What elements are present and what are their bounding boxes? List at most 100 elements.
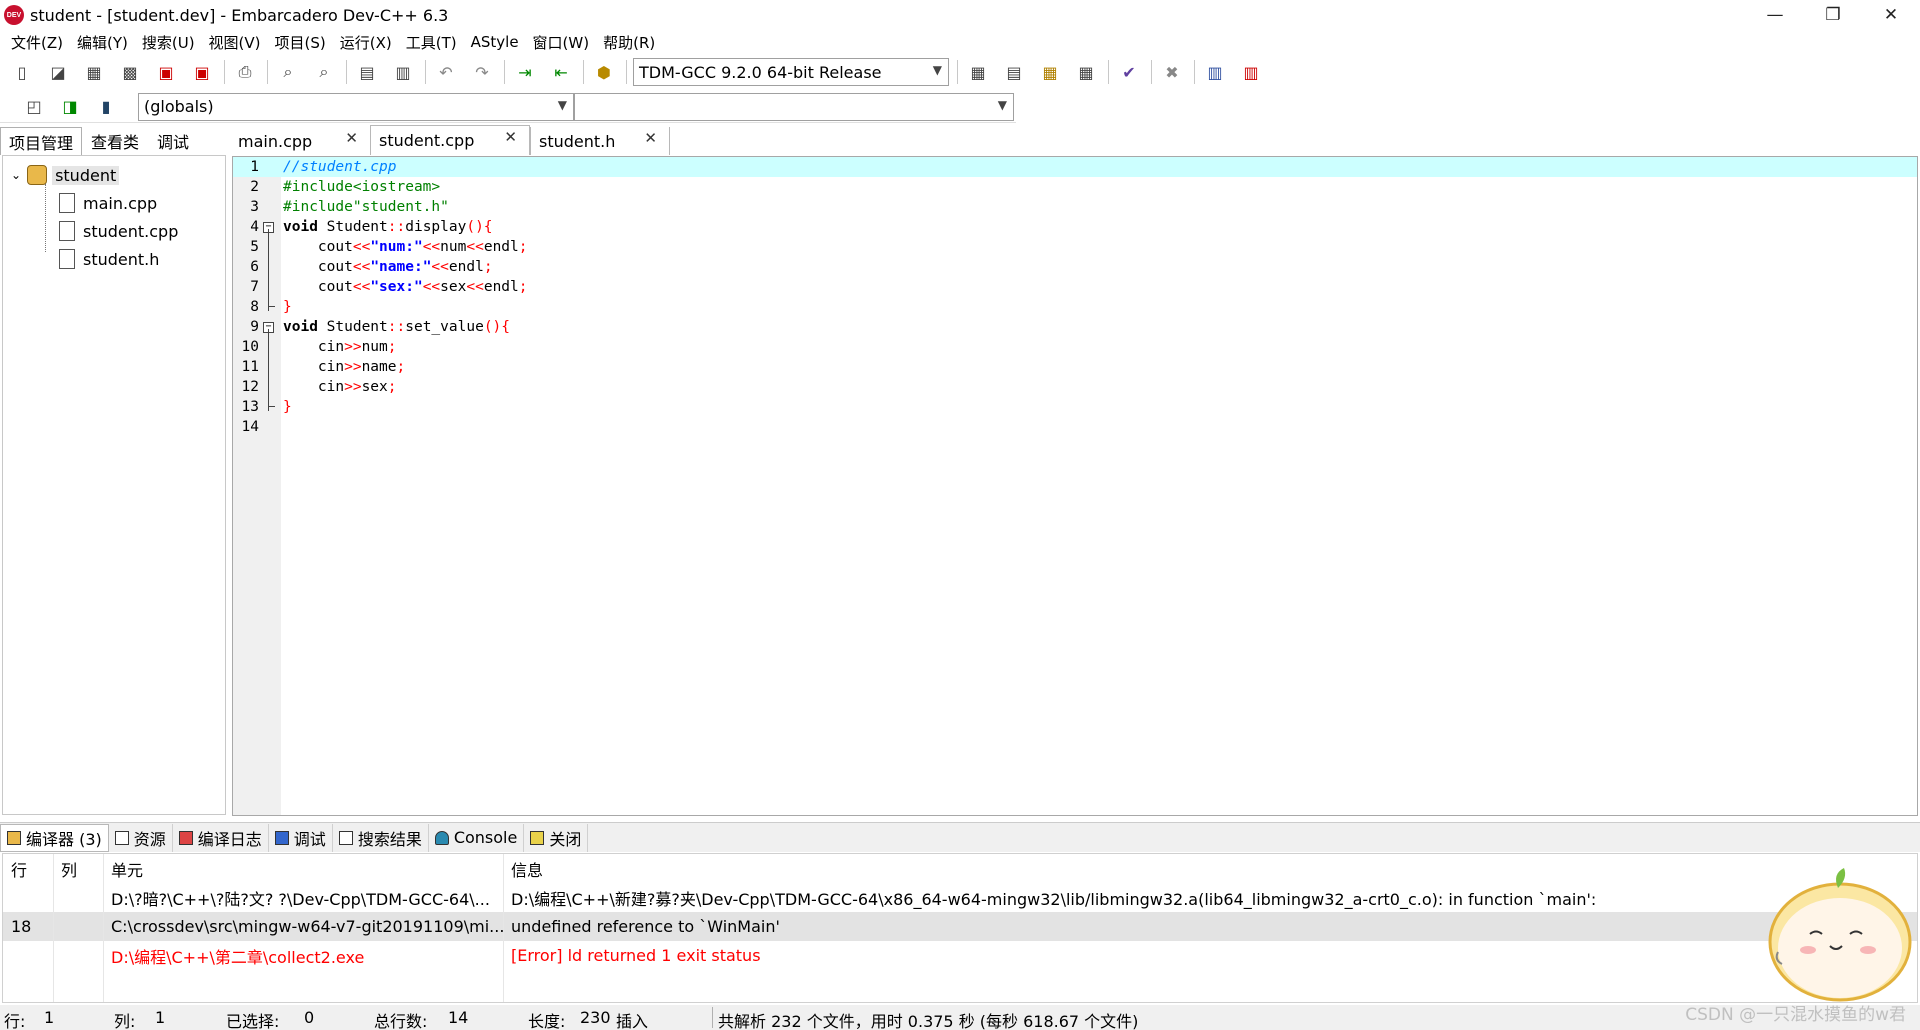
redo-icon[interactable]: ↷ <box>468 59 496 85</box>
tab-search-results[interactable]: 搜索结果 <box>333 823 429 852</box>
chevron-down-icon[interactable]: ⌄ <box>11 168 21 182</box>
tab-student-h[interactable]: student.h ✕ <box>530 127 670 155</box>
minimize-button[interactable]: — <box>1746 0 1804 30</box>
menu-project[interactable]: 项目(S) <box>268 32 333 53</box>
tab-compile-log[interactable]: 编译日志 <box>173 823 269 852</box>
status-length-label: 长度: <box>528 1012 566 1030</box>
close-icon[interactable]: ✕ <box>644 129 657 147</box>
insert-icon[interactable]: ◨ <box>56 94 84 120</box>
cell-unit: C:\crossdev\src\mingw-w64-v7-git20191109… <box>111 917 503 936</box>
open-file-icon[interactable]: ◪ <box>44 59 72 85</box>
line-number: 11 <box>241 359 259 375</box>
menu-run[interactable]: 运行(X) <box>333 32 399 53</box>
menu-tools[interactable]: 工具(T) <box>399 32 464 53</box>
tab-debug-output[interactable]: 调试 <box>269 823 333 852</box>
code-line[interactable]: 1 //student.cpp <box>233 157 1917 177</box>
code-token: ; <box>518 279 528 295</box>
function-select[interactable]: ▼ <box>574 92 1014 121</box>
code-line[interactable]: 7 cout<<"sex:"<<sex<<endl; <box>233 277 1917 297</box>
chart-icon[interactable]: ▥ <box>1201 59 1229 85</box>
bookmark-icon[interactable]: ▮ <box>92 94 120 120</box>
close-button[interactable]: ✕ <box>1862 0 1920 30</box>
close-icon[interactable]: ✕ <box>504 128 517 146</box>
code-token: set_value <box>405 319 484 335</box>
code-line[interactable]: 2 #include<iostream> <box>233 177 1917 197</box>
tab-resources[interactable]: 资源 <box>109 823 173 852</box>
code-line[interactable]: 14 <box>233 417 1917 437</box>
code-line[interactable]: 5 cout<<"num:"<<num<<endl; <box>233 237 1917 257</box>
debug-icon <box>274 830 289 845</box>
tab-project[interactable]: 项目管理 <box>0 127 83 155</box>
code-editor[interactable]: 1 //student.cpp 2 #include<iostream> 3 #inclu… <box>232 156 1918 816</box>
rebuild-icon[interactable]: ▦ <box>1072 59 1100 85</box>
close-file-icon[interactable]: ▣ <box>152 59 180 85</box>
run-icon[interactable]: ▤ <box>1000 59 1028 85</box>
project-tree: ⌄ student main.cpp student.cpp student.h <box>2 155 226 815</box>
line-number: 8 <box>250 299 259 315</box>
tab-console[interactable]: Console <box>429 823 525 852</box>
tab-classes[interactable]: 查看类 <box>82 127 148 155</box>
code-line[interactable]: 13} <box>233 397 1917 417</box>
profile-icon[interactable]: ▥ <box>1237 59 1265 85</box>
table-row[interactable]: D:\编程\C++\第二章\collect2.exe [Error] ld re… <box>3 941 1917 970</box>
undo-icon[interactable]: ↶ <box>432 59 460 85</box>
code-line[interactable]: 12 cin>>sex; <box>233 377 1917 397</box>
replace-icon[interactable]: ⌕ <box>310 59 338 85</box>
menu-file[interactable]: 文件(Z) <box>4 32 70 53</box>
separator <box>267 60 268 84</box>
goto-icon[interactable]: ⇥ <box>511 59 539 85</box>
new-class-icon[interactable]: ◰ <box>20 94 48 120</box>
table-row[interactable]: 18 C:\crossdev\src\mingw-w64-v7-git20191… <box>3 912 1917 941</box>
find-icon[interactable]: ⌕ <box>274 59 302 85</box>
code-line[interactable]: 9− void Student::set_value(){ <box>233 317 1917 337</box>
tab-main-cpp[interactable]: main.cpp ✕ <box>230 127 370 155</box>
compile-run-icon[interactable]: ▦ <box>1036 59 1064 85</box>
menu-search[interactable]: 搜索(U) <box>135 32 202 53</box>
stop-icon[interactable]: ✖ <box>1158 59 1186 85</box>
code-token: sex <box>361 379 388 395</box>
save-icon[interactable]: ▦ <box>80 59 108 85</box>
compiler-select[interactable]: TDM-GCC 9.2.0 64-bit Release ▼ <box>633 58 949 86</box>
close-all-icon[interactable]: ▣ <box>188 59 216 85</box>
tree-file-student-h[interactable]: student.h <box>59 246 159 272</box>
code-line[interactable]: 8} <box>233 297 1917 317</box>
project-options-icon[interactable]: ⬢ <box>590 59 618 85</box>
code-token: ; <box>387 339 397 355</box>
tab-debug[interactable]: 调试 <box>148 127 198 155</box>
menu-help[interactable]: 帮助(R) <box>596 32 662 53</box>
indent-icon[interactable]: ▤ <box>353 59 381 85</box>
code-line[interactable]: 6 cout<<"name:"<<endl; <box>233 257 1917 277</box>
code-line[interactable]: 11 cin>>name; <box>233 357 1917 377</box>
restore-button[interactable]: ❐ <box>1804 0 1862 30</box>
new-file-icon[interactable]: ▯ <box>8 59 36 85</box>
code-line[interactable]: 3 #include"student.h" <box>233 197 1917 217</box>
syntax-check-icon[interactable]: ✔ <box>1115 59 1143 85</box>
mascot-sticker <box>1768 868 1912 1002</box>
menu-astyle[interactable]: AStyle <box>464 33 526 51</box>
code-line[interactable]: 4− void Student::display(){ <box>233 217 1917 237</box>
menu-window[interactable]: 窗口(W) <box>526 32 597 53</box>
table-row[interactable]: D:\?暗?\C++\?陆?文? ?\Dev-Cpp\TDM-GCC-64\..… <box>3 883 1917 912</box>
scope-select[interactable]: (globals) ▼ <box>138 92 574 121</box>
tab-student-cpp[interactable]: student.cpp ✕ <box>370 125 530 155</box>
tree-file-student-cpp[interactable]: student.cpp <box>59 218 178 244</box>
goto-line-icon[interactable]: ⇤ <box>547 59 575 85</box>
project-node[interactable]: ⌄ student <box>11 162 120 188</box>
compile-icon[interactable]: ▦ <box>964 59 992 85</box>
compiler-select-value: TDM-GCC 9.2.0 64-bit Release <box>639 62 882 82</box>
tab-close[interactable]: 关闭 <box>524 823 589 852</box>
code-token: void <box>283 219 327 235</box>
chevron-down-icon: ▼ <box>557 97 567 112</box>
close-icon[interactable]: ✕ <box>345 129 358 147</box>
tab-compiler[interactable]: 编译器 (3) <box>0 823 109 852</box>
menu-edit[interactable]: 编辑(Y) <box>70 32 135 53</box>
separator <box>425 60 426 84</box>
print-icon[interactable]: ⎙ <box>231 59 259 85</box>
code-line[interactable]: 10 cin>>num; <box>233 337 1917 357</box>
unindent-icon[interactable]: ▥ <box>389 59 417 85</box>
code-text: #include"student.h" <box>283 197 449 217</box>
save-all-icon[interactable]: ▩ <box>116 59 144 85</box>
menu-view[interactable]: 视图(V) <box>202 32 268 53</box>
tree-file-main[interactable]: main.cpp <box>59 190 157 216</box>
code-token: "sex:" <box>370 279 423 295</box>
